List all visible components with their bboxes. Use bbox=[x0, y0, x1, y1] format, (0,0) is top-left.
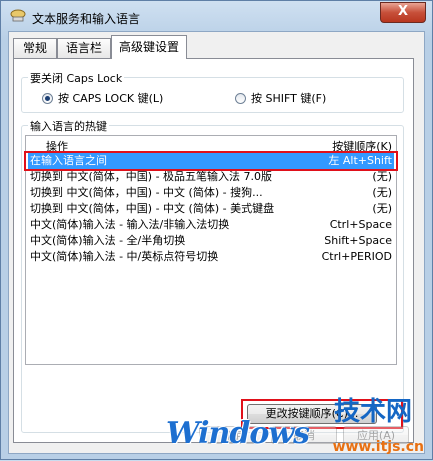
row-keys: (无) bbox=[372, 186, 392, 199]
radio-unselected-icon bbox=[235, 92, 246, 104]
title-bar[interactable]: 文本服务和输入语言 X bbox=[1, 1, 432, 31]
list-header: 操作 按键顺序(K) bbox=[26, 136, 396, 153]
shift-key-label: 按 SHIFT 键(F) bbox=[251, 92, 327, 105]
radio-selected-icon bbox=[42, 92, 53, 104]
row-action: 中文(简体)输入法 - 中/英标点符号切换 bbox=[30, 250, 219, 263]
row-action: 切换到 中文(简体，中国) - 中文 (简体) - 美式键盘 bbox=[30, 202, 275, 215]
caps-lock-title: 要关闭 Caps Lock bbox=[28, 70, 125, 86]
row-keys: Ctrl+Space bbox=[329, 218, 392, 231]
cancel-button[interactable]: 取消 bbox=[271, 426, 337, 444]
window-title: 文本服务和输入语言 bbox=[32, 12, 141, 26]
change-key-sequence-button[interactable]: 更改按键顺序(C)... bbox=[247, 404, 377, 424]
hotkeys-group: 输入语言的热键 操作 按键顺序(K) 在输入语言之间 左 Alt+Shift 切… bbox=[21, 118, 404, 433]
tab-advanced-key-settings[interactable]: 高级键设置 bbox=[111, 35, 187, 59]
tab-panel: 要关闭 Caps Lock 按 CAPS LOCK 键(L) 按 SHIFT 键… bbox=[13, 58, 414, 443]
dialog-window: 文本服务和输入语言 X 常规 语言栏 高级键设置 要关闭 Caps Lock 按… bbox=[0, 0, 433, 460]
hotkey-row[interactable]: 切换到 中文(简体，中国) - 中文 (简体) - 美式键盘 (无) bbox=[28, 201, 394, 217]
hotkey-row[interactable]: 中文(简体)输入法 - 输入法/非输入法切换 Ctrl+Space bbox=[28, 217, 394, 233]
row-keys: (无) bbox=[372, 170, 392, 183]
row-action: 切换到 中文(简体，中国) - 极品五笔输入法 7.0版 bbox=[30, 170, 273, 183]
row-keys: Shift+Space bbox=[324, 234, 392, 247]
hotkey-row[interactable]: 切换到 中文(简体，中国) - 中文 (简体) - 搜狗... (无) bbox=[28, 185, 394, 201]
tab-language-bar[interactable]: 语言栏 bbox=[57, 38, 111, 58]
column-action: 操作 bbox=[46, 140, 68, 153]
row-action: 在输入语言之间 bbox=[30, 154, 107, 167]
caps-lock-group: 要关闭 Caps Lock 按 CAPS LOCK 键(L) 按 SHIFT 键… bbox=[21, 70, 404, 113]
column-key-sequence: 按键顺序(K) bbox=[332, 140, 392, 153]
row-action: 中文(简体)输入法 - 输入法/非输入法切换 bbox=[30, 218, 230, 231]
hotkeys-title: 输入语言的热键 bbox=[28, 118, 109, 134]
shift-key-radio[interactable]: 按 SHIFT 键(F) bbox=[235, 90, 326, 106]
caps-lock-key-label: 按 CAPS LOCK 键(L) bbox=[58, 92, 164, 105]
hotkey-row[interactable]: 中文(简体)输入法 - 全/半角切换 Shift+Space bbox=[28, 233, 394, 249]
row-keys: 左 Alt+Shift bbox=[328, 154, 392, 167]
close-button[interactable]: X bbox=[380, 2, 426, 23]
row-action: 中文(简体)输入法 - 全/半角切换 bbox=[30, 234, 186, 247]
caps-lock-key-radio[interactable]: 按 CAPS LOCK 键(L) bbox=[42, 90, 163, 106]
dialog-body: 常规 语言栏 高级键设置 要关闭 Caps Lock 按 CAPS LOCK 键… bbox=[8, 31, 425, 454]
hotkey-row[interactable]: 中文(简体)输入法 - 中/英标点符号切换 Ctrl+PERIOD bbox=[28, 249, 394, 265]
apply-button[interactable]: 应用(A) bbox=[343, 426, 409, 444]
row-action: 切换到 中文(简体，中国) - 中文 (简体) - 搜狗... bbox=[30, 186, 263, 199]
tab-general[interactable]: 常规 bbox=[13, 38, 57, 58]
keyboard-icon bbox=[10, 9, 26, 22]
row-keys: (无) bbox=[372, 202, 392, 215]
row-keys: Ctrl+PERIOD bbox=[321, 250, 392, 263]
hotkey-row[interactable]: 切换到 中文(简体，中国) - 极品五笔输入法 7.0版 (无) bbox=[28, 169, 394, 185]
ok-button[interactable]: 确定 bbox=[199, 426, 265, 444]
hotkey-row[interactable]: 在输入语言之间 左 Alt+Shift bbox=[28, 153, 394, 169]
hotkeys-list[interactable]: 操作 按键顺序(K) 在输入语言之间 左 Alt+Shift 切换到 中文(简体… bbox=[24, 135, 398, 365]
